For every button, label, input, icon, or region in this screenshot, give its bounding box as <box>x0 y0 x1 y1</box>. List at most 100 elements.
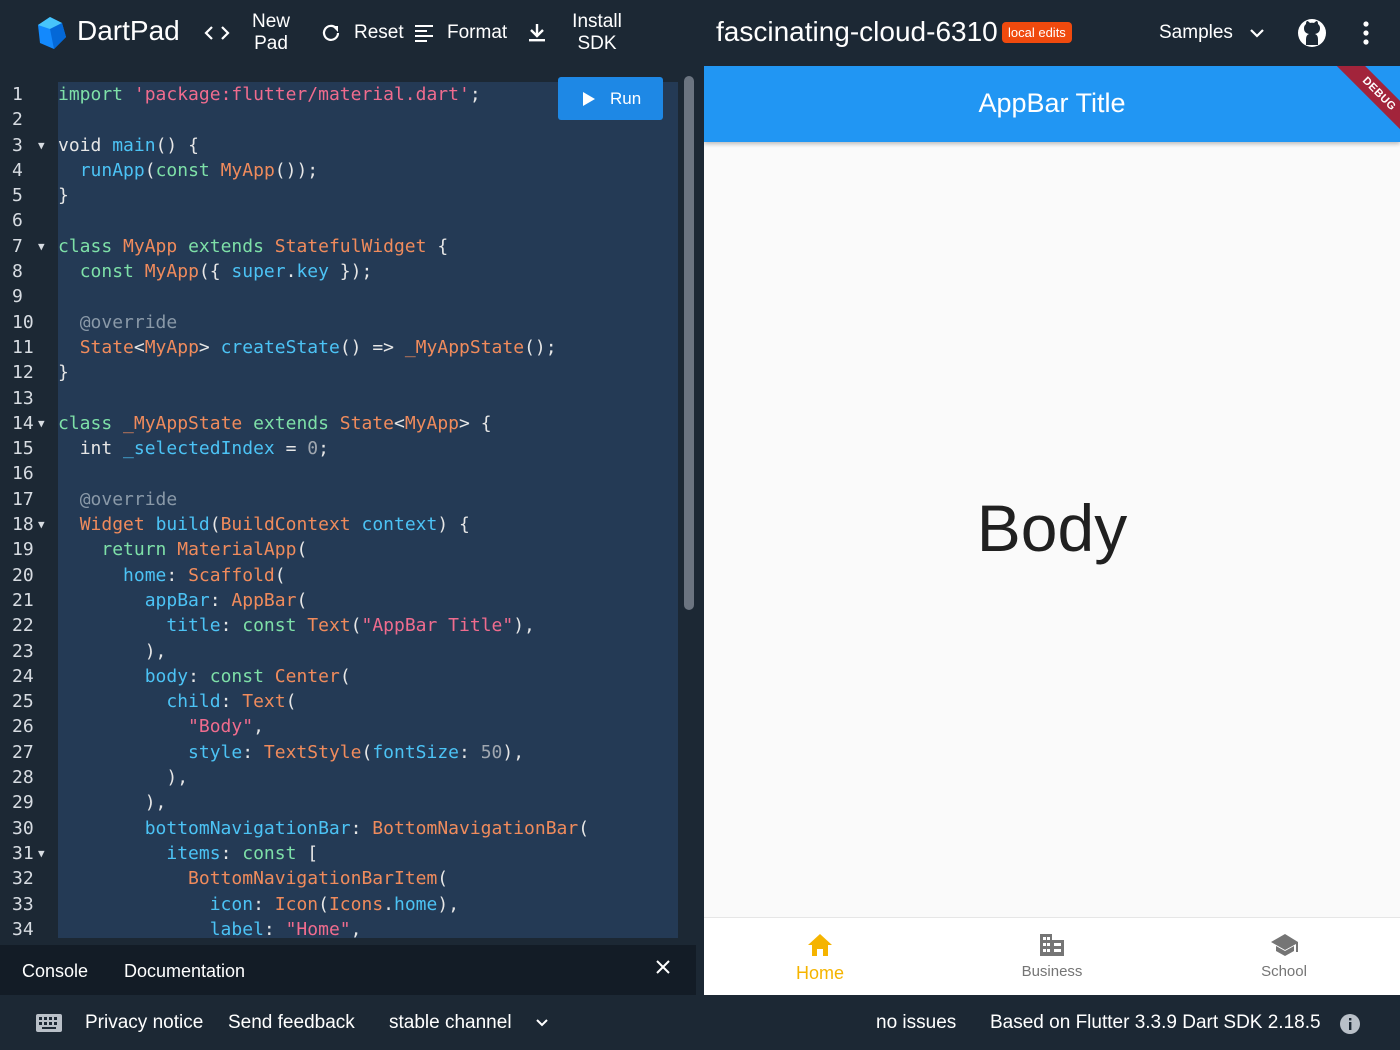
local-edits-badge: local edits <box>1002 22 1072 43</box>
fold-arrow-icon[interactable]: ▼ <box>38 411 45 436</box>
code-line: title: const Text("AppBar Title"), <box>166 615 535 637</box>
code-line: BottomNavigationBarItem( <box>188 868 449 890</box>
appbar-title: AppBar Title <box>978 88 1126 118</box>
code-line: @override <box>79 488 178 510</box>
info-button[interactable] <box>1339 1013 1361 1041</box>
version-info: Based on Flutter 3.3.9 Dart SDK 2.18.5 <box>990 1012 1321 1033</box>
code-line: } <box>58 185 69 207</box>
code-line: body: const Center( <box>144 665 351 687</box>
tab-documentation[interactable]: Documentation <box>124 961 245 982</box>
school-icon <box>1271 934 1298 956</box>
nav-item-business[interactable]: Business <box>936 918 1168 995</box>
format-button[interactable]: Format <box>414 22 514 46</box>
top-bar: DartPad New Pad Reset Format Install SDK… <box>0 0 1400 66</box>
line-number: 13 <box>12 387 34 409</box>
line-number: 16 <box>12 463 34 485</box>
code-line: "Body", <box>188 716 264 738</box>
samples-label: Samples <box>1159 22 1233 43</box>
download-button[interactable] <box>527 22 547 44</box>
fold-arrow-icon[interactable]: ▼ <box>38 234 45 259</box>
fold-arrow-icon[interactable]: ▼ <box>38 133 45 158</box>
code-line: class _MyAppState extends State<MyApp> { <box>58 412 492 434</box>
code-editor[interactable]: 1 2 3 ▼ 4 5 6 7 ▼ 8 9 10 11 12 13 14 ▼ 15 16 17 18 ▼ 19 20 21 22 2… <box>0 66 696 938</box>
fold-arrow-icon[interactable]: ▼ <box>38 841 45 866</box>
github-button[interactable] <box>1297 18 1327 48</box>
format-label: Format <box>447 22 508 43</box>
code-line: } <box>58 362 69 384</box>
app-preview[interactable]: AppBar Title DEBUG Body Home Business Sc… <box>704 66 1400 995</box>
line-number: 14 ▼ <box>0 411 58 436</box>
app-title: DartPad <box>77 15 180 46</box>
line-number: 17 <box>12 488 34 510</box>
reset-button[interactable]: Reset <box>320 22 408 46</box>
issues-status[interactable]: no issues <box>876 1012 956 1034</box>
line-number: 26 <box>12 716 34 738</box>
fold-arrow-icon[interactable]: ▼ <box>38 512 45 537</box>
pad-title[interactable]: fascinating-cloud-6310 <box>716 16 998 48</box>
preview-appbar: AppBar Title <box>704 66 1400 142</box>
code-line: home: Scaffold( <box>123 564 286 586</box>
code-line: items: const [ <box>166 842 319 864</box>
new-pad-label-line1: New <box>251 11 290 32</box>
tab-console[interactable]: Console <box>22 961 88 982</box>
samples-dropdown[interactable]: Samples <box>1159 22 1269 46</box>
close-console-button[interactable] <box>654 958 672 981</box>
home-icon <box>808 934 832 956</box>
more-vert-icon <box>1363 21 1369 45</box>
editor-scrollbar-thumb[interactable] <box>684 76 694 610</box>
line-number: 5 <box>12 185 23 207</box>
line-number: 23 <box>12 640 34 662</box>
code-brackets-icon <box>204 26 230 40</box>
code-line: child: Text( <box>166 691 297 713</box>
install-sdk-label-line2: SDK <box>577 33 617 54</box>
business-icon <box>1040 934 1064 956</box>
send-feedback-link[interactable]: Send feedback <box>228 1012 355 1034</box>
nav-item-school[interactable]: School <box>1168 918 1400 995</box>
channel-label: stable channel <box>389 1012 512 1033</box>
code-line: const MyApp({ super.key }); <box>79 261 373 283</box>
refresh-icon <box>322 24 340 41</box>
run-button[interactable]: Run <box>558 77 663 120</box>
line-number: 20 <box>12 564 34 586</box>
line-number: 30 <box>12 817 34 839</box>
download-icon <box>529 24 545 42</box>
line-number: 6 <box>12 210 23 232</box>
code-line: void main() { <box>58 134 199 156</box>
code-line: runApp(const MyApp()); <box>79 159 319 181</box>
line-number: 22 <box>12 615 34 637</box>
code-line: int _selectedIndex = 0; <box>79 438 329 460</box>
install-sdk-button[interactable]: Install SDK <box>568 11 626 55</box>
line-number: 19 <box>12 539 34 561</box>
line-number: 8 <box>12 261 23 283</box>
embed-code-button[interactable] <box>204 22 230 44</box>
keyboard-shortcuts-button[interactable] <box>35 1013 63 1039</box>
code-line: State<MyApp> createState() => _MyAppStat… <box>79 336 557 358</box>
line-number: 12 <box>12 362 34 384</box>
new-pad-button[interactable]: New Pad <box>248 11 294 55</box>
code-area[interactable]: import 'package:flutter/material.dart'; … <box>58 82 678 938</box>
line-number: 31 ▼ <box>0 841 58 866</box>
more-menu-button[interactable] <box>1358 20 1374 46</box>
install-sdk-label-line1: Install <box>572 11 622 32</box>
chevron-down-icon <box>536 1019 548 1027</box>
play-icon <box>583 92 595 106</box>
run-label: Run <box>610 89 642 108</box>
channel-dropdown[interactable]: stable channel <box>389 1012 554 1034</box>
nav-item-home[interactable]: Home <box>704 918 936 995</box>
line-number: 32 <box>12 868 34 890</box>
body-text: Body <box>976 491 1128 565</box>
code-line: icon: Icon(Icons.home), <box>209 893 460 915</box>
line-number: 24 <box>12 665 34 687</box>
reset-label: Reset <box>354 22 404 43</box>
format-align-icon <box>415 25 433 42</box>
bottom-navigation-bar: Home Business School <box>704 917 1400 995</box>
keyboard-icon <box>36 1014 62 1032</box>
line-number: 18 ▼ <box>0 512 58 537</box>
privacy-notice-link[interactable]: Privacy notice <box>85 1012 203 1034</box>
line-number: 1 <box>12 84 23 105</box>
line-number: 28 <box>12 767 34 789</box>
chevron-down-icon <box>1250 29 1264 38</box>
line-number: 9 <box>12 286 23 308</box>
